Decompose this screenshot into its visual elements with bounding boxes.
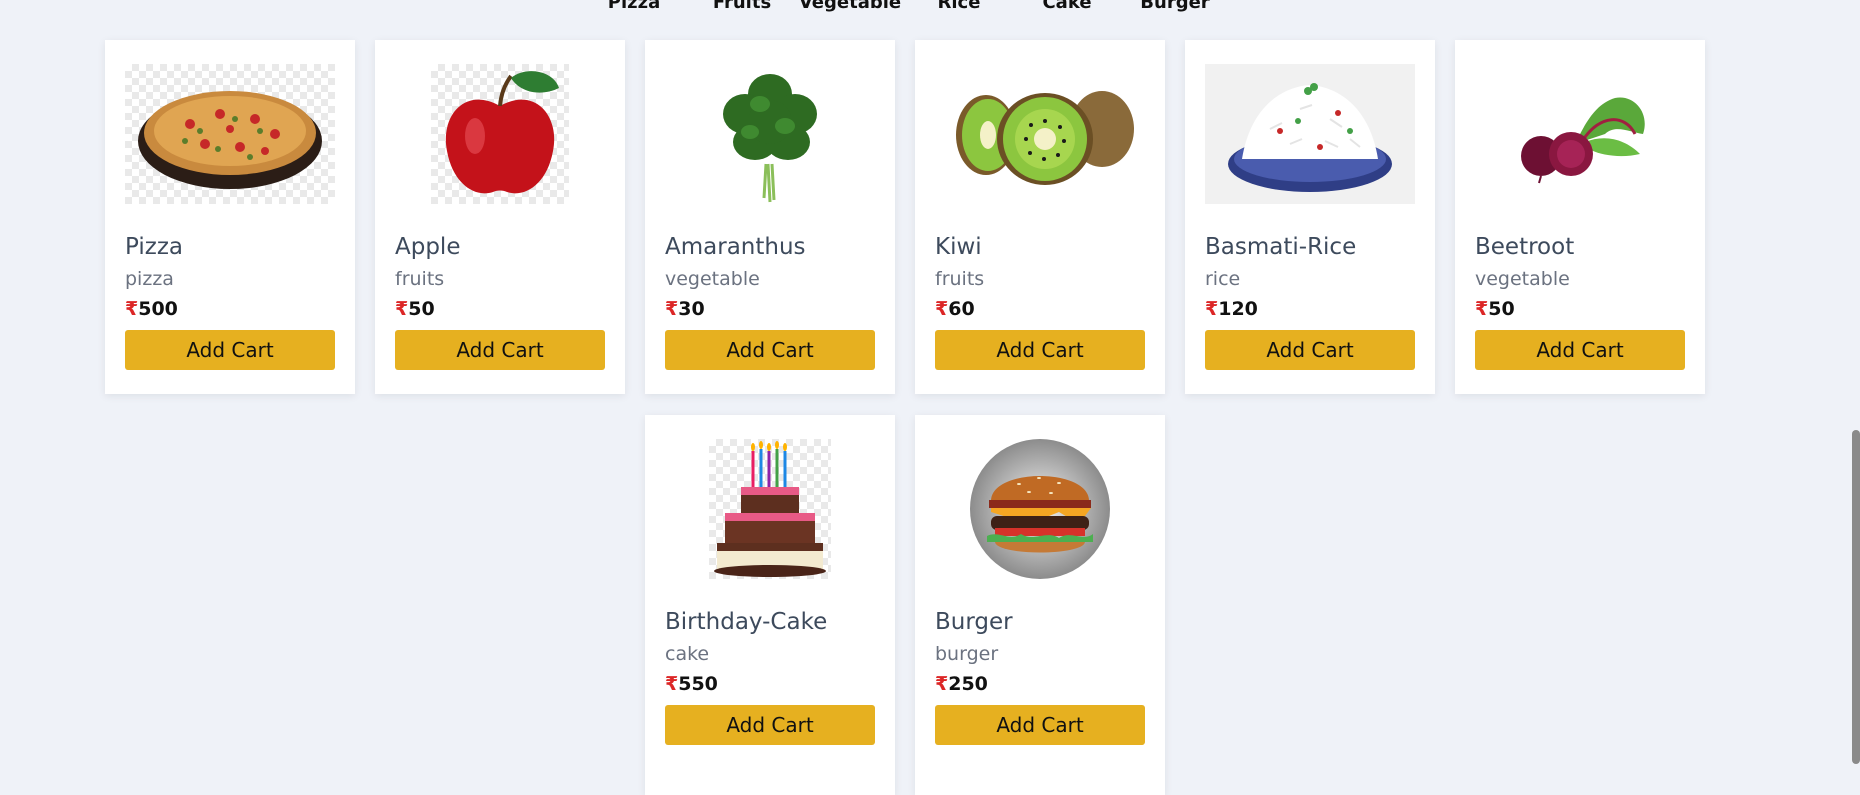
product-price: ₹550: [665, 673, 718, 695]
rupee-icon: ₹: [935, 298, 949, 320]
rupee-icon: ₹: [1205, 298, 1219, 320]
add-cart-button[interactable]: Add Cart: [665, 705, 875, 745]
product-price: ₹250: [935, 673, 988, 695]
product-price: ₹500: [125, 298, 178, 320]
rice-image: [1205, 64, 1415, 204]
product-card: Beetroot vegetable ₹50 Add Cart: [1455, 40, 1705, 394]
product-card: Pizza pizza ₹500 Add Cart: [105, 40, 355, 394]
product-name: Amaranthus: [665, 234, 806, 260]
product-card: Burger burger ₹250 Add Cart: [915, 415, 1165, 795]
product-category: vegetable: [1475, 268, 1570, 290]
product-category: fruits: [395, 268, 445, 290]
product-category: burger: [935, 643, 999, 665]
page-scrollbar[interactable]: [1852, 0, 1860, 764]
rupee-icon: ₹: [935, 673, 949, 695]
burger-image: [935, 439, 1145, 579]
add-cart-button[interactable]: Add Cart: [665, 330, 875, 370]
rupee-icon: ₹: [665, 298, 679, 320]
product-card: Kiwi fruits ₹60 Add Cart: [915, 40, 1165, 394]
product-price: ₹30: [665, 298, 705, 320]
product-price: ₹120: [1205, 298, 1258, 320]
product-category: vegetable: [665, 268, 760, 290]
rupee-icon: ₹: [395, 298, 409, 320]
product-name: Beetroot: [1475, 234, 1575, 260]
product-category: cake: [665, 643, 710, 665]
kiwi-image: [935, 64, 1145, 204]
product-card: Amaranthus vegetable ₹30 Add Cart: [645, 40, 895, 394]
add-cart-button[interactable]: Add Cart: [1475, 330, 1685, 370]
product-category: pizza: [125, 268, 174, 290]
product-category: fruits: [935, 268, 985, 290]
product-category: rice: [1205, 268, 1241, 290]
product-card: Apple fruits ₹50 Add Cart: [375, 40, 625, 394]
product-name: Birthday-Cake: [665, 609, 828, 635]
product-price: ₹50: [395, 298, 435, 320]
apple-image: [395, 64, 605, 204]
product-price: ₹50: [1475, 298, 1515, 320]
amaranthus-image: [665, 64, 875, 204]
rupee-icon: ₹: [1475, 298, 1489, 320]
product-name: Pizza: [125, 234, 183, 260]
product-name: Kiwi: [935, 234, 982, 260]
product-card: Birthday-Cake cake ₹550 Add Cart: [645, 415, 895, 795]
scrollbar-thumb[interactable]: [1852, 430, 1860, 764]
product-grid: Pizza pizza ₹500 Add Cart Apple fruits ₹…: [0, 0, 1860, 795]
add-cart-button[interactable]: Add Cart: [395, 330, 605, 370]
product-name: Apple: [395, 234, 461, 260]
product-price: ₹60: [935, 298, 975, 320]
pizza-image: [125, 64, 335, 204]
cake-image: [665, 439, 875, 579]
beetroot-image: [1475, 64, 1685, 204]
rupee-icon: ₹: [125, 298, 139, 320]
product-name: Basmati-Rice: [1205, 234, 1357, 260]
rupee-icon: ₹: [665, 673, 679, 695]
product-name: Burger: [935, 609, 1013, 635]
add-cart-button[interactable]: Add Cart: [125, 330, 335, 370]
add-cart-button[interactable]: Add Cart: [935, 705, 1145, 745]
add-cart-button[interactable]: Add Cart: [935, 330, 1145, 370]
add-cart-button[interactable]: Add Cart: [1205, 330, 1415, 370]
product-card: Basmati-Rice rice ₹120 Add Cart: [1185, 40, 1435, 394]
